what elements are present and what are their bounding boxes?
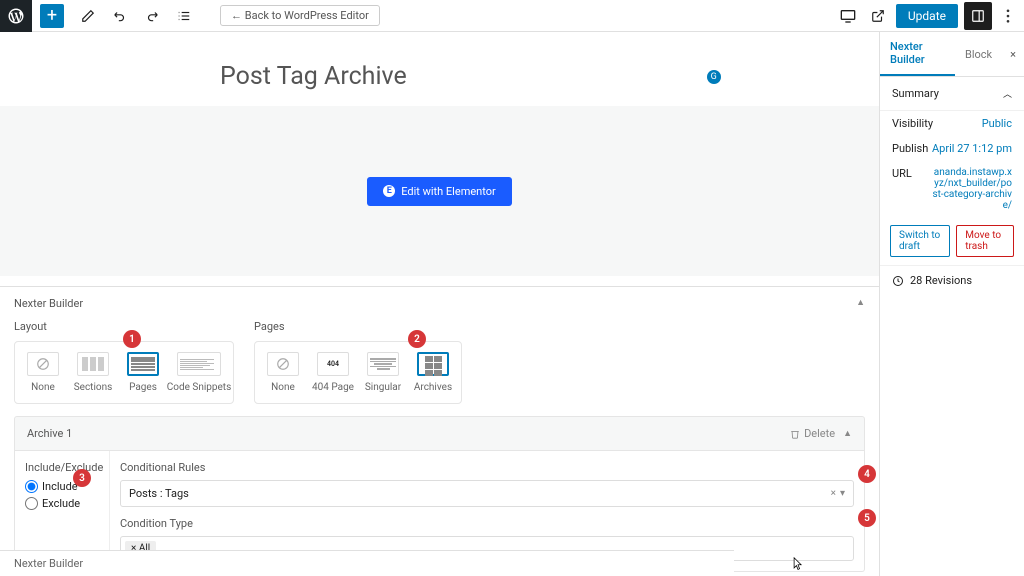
add-block-button[interactable]: + xyxy=(40,4,64,28)
pages-label: Pages xyxy=(254,320,462,333)
wordpress-logo[interactable] xyxy=(0,0,32,32)
elementor-icon: E xyxy=(383,185,395,197)
nexter-panel-title: Nexter Builder xyxy=(14,297,83,310)
breadcrumb: Nexter Builder xyxy=(0,550,734,576)
layout-none[interactable]: None xyxy=(23,352,63,393)
elementor-block: E Edit with Elementor xyxy=(0,106,879,276)
switch-draft-button[interactable]: Switch to draft xyxy=(890,225,950,257)
undo-icon[interactable] xyxy=(108,4,132,28)
visibility-value[interactable]: Public xyxy=(982,117,1012,130)
cond-rules-label: Conditional Rules xyxy=(120,461,854,474)
exclude-radio-input[interactable] xyxy=(25,497,38,510)
layout-sections[interactable]: Sections xyxy=(73,352,113,393)
cond-rules-select[interactable]: Posts : Tags ×▾ xyxy=(120,480,854,507)
close-icon[interactable]: × xyxy=(1002,48,1024,61)
archive-header: Archive 1 Delete ▲ xyxy=(14,416,865,451)
edit-icon[interactable] xyxy=(76,4,100,28)
badge-5: 5 xyxy=(858,509,876,527)
collapse-icon[interactable]: ▲ xyxy=(856,297,865,310)
desktop-view-icon[interactable] xyxy=(836,4,860,28)
archive-collapse-icon[interactable]: ▲ xyxy=(843,428,852,439)
badge-4: 4 xyxy=(858,465,876,483)
layout-pages[interactable]: Pages xyxy=(123,352,163,393)
tab-nexter-builder[interactable]: Nexter Builder xyxy=(880,32,955,76)
update-button[interactable]: Update xyxy=(896,4,958,28)
layout-label: Layout xyxy=(14,320,234,333)
cursor-icon xyxy=(792,557,804,571)
badge-2: 2 xyxy=(408,330,426,348)
grammarly-icon[interactable]: G xyxy=(707,70,721,84)
badge-1: 1 xyxy=(123,330,141,348)
delete-button[interactable]: Delete xyxy=(790,427,835,440)
exclude-radio[interactable]: Exclude xyxy=(25,497,99,510)
pages-options: 2 None 404 404 Page Singula xyxy=(254,341,462,404)
revisions-row[interactable]: 28 Revisions xyxy=(880,265,1024,295)
layout-code-snippets[interactable]: Code Snippets xyxy=(173,352,225,393)
publish-row: Publish April 27 1:12 pm xyxy=(880,136,1024,161)
url-row: URL ananda.instawp.xyz/nxt_builder/post-… xyxy=(880,161,1024,217)
cond-type-label: Condition Type xyxy=(120,517,854,530)
badge-3: 3 xyxy=(73,469,91,487)
more-options-icon[interactable] xyxy=(998,2,1018,30)
nexter-builder-panel: Nexter Builder ▲ Layout 1 None xyxy=(0,286,879,576)
clear-icon[interactable]: × xyxy=(831,488,836,499)
edit-elementor-label: Edit with Elementor xyxy=(401,185,496,198)
chevron-up-icon: ︿ xyxy=(1003,87,1012,100)
settings-toggle-button[interactable] xyxy=(964,2,992,30)
publish-value[interactable]: April 27 1:12 pm xyxy=(932,142,1012,155)
back-to-wp-button[interactable]: ← Back to WordPress Editor xyxy=(220,5,380,26)
outline-icon[interactable] xyxy=(172,4,196,28)
tab-block[interactable]: Block xyxy=(955,40,1002,69)
pages-singular[interactable]: Singular xyxy=(363,352,403,393)
post-title[interactable]: Post Tag Archive xyxy=(220,62,407,91)
pages-404[interactable]: 404 404 Page xyxy=(313,352,353,393)
url-value[interactable]: ananda.instawp.xyz/nxt_builder/post-cate… xyxy=(932,167,1012,211)
layout-options: 1 None Sections Pages xyxy=(14,341,234,404)
chevron-down-icon[interactable]: ▾ xyxy=(840,488,845,499)
move-trash-button[interactable]: Move to trash xyxy=(956,225,1014,257)
external-link-icon[interactable] xyxy=(866,4,890,28)
edit-elementor-button[interactable]: E Edit with Elementor xyxy=(367,177,512,206)
archive-title: Archive 1 xyxy=(27,427,72,440)
pages-none[interactable]: None xyxy=(263,352,303,393)
include-radio-input[interactable] xyxy=(25,480,38,493)
settings-sidebar: Nexter Builder Block × Summary ︿ Visibil… xyxy=(879,32,1024,576)
visibility-row: Visibility Public xyxy=(880,111,1024,136)
redo-icon[interactable] xyxy=(140,4,164,28)
summary-header[interactable]: Summary ︿ xyxy=(880,77,1024,111)
pages-archives[interactable]: Archives xyxy=(413,352,453,393)
